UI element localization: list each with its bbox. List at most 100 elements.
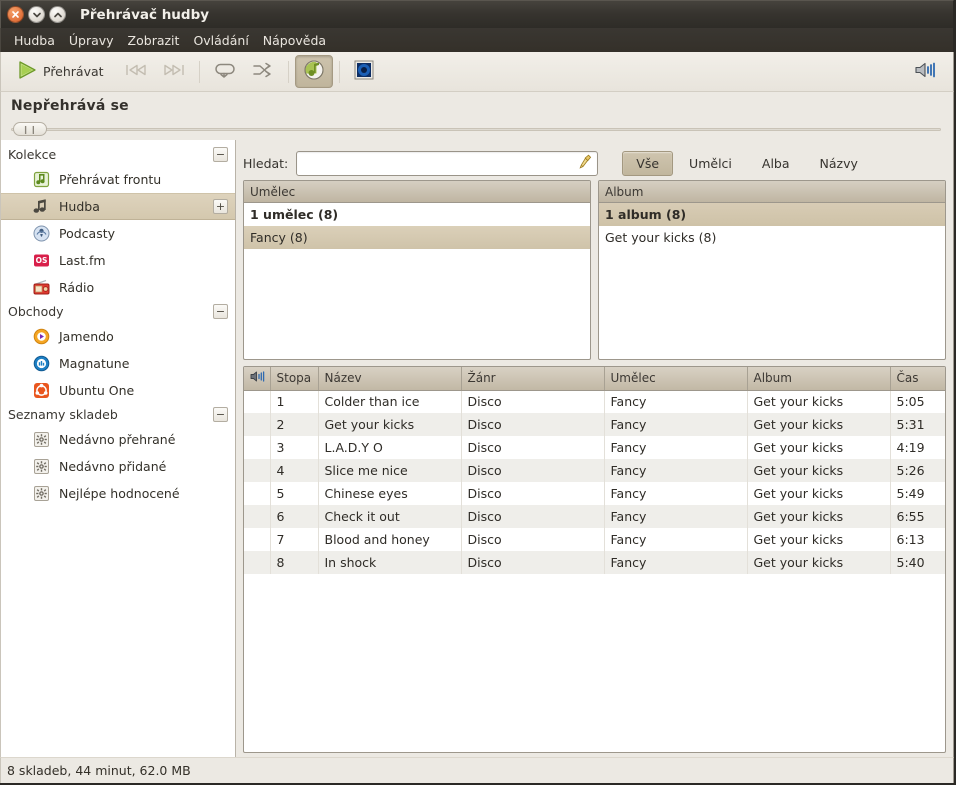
table-row[interactable]: 7 Blood and honey Disco Fancy Get your k… — [244, 528, 945, 551]
album-all-row[interactable]: 1 album (8) — [599, 203, 945, 226]
table-row[interactable]: 2 Get your kicks Disco Fancy Get your ki… — [244, 413, 945, 436]
track-list: Stopa Název Žánr Umělec Album Čas 1 Cold… — [243, 366, 946, 753]
seek-bar[interactable]: ❙❙ — [11, 122, 943, 136]
column-header-cas[interactable]: Čas — [890, 367, 945, 391]
collapse-icon[interactable]: − — [213, 407, 228, 422]
track-table-body: 1 Colder than ice Disco Fancy Get your k… — [244, 390, 945, 574]
volume-icon — [914, 60, 938, 83]
filter-nazvy[interactable]: Názvy — [806, 151, 872, 176]
expand-icon[interactable]: + — [213, 199, 228, 214]
sidebar-group-label: Kolekce — [8, 147, 57, 162]
table-row[interactable]: 4 Slice me nice Disco Fancy Get your kic… — [244, 459, 945, 482]
seek-handle[interactable]: ❙❙ — [13, 122, 47, 136]
menu-item-napoveda[interactable]: Nápověda — [256, 31, 333, 50]
row-icon-cell — [244, 551, 271, 574]
sidebar-item-label: Rádio — [59, 280, 95, 295]
sidebar-item-label: Nedávno přehrané — [59, 432, 176, 447]
cell-artist: Fancy — [604, 436, 748, 459]
sidebar-item-label: Nedávno přidané — [59, 459, 167, 474]
column-header-umelec[interactable]: Umělec — [604, 367, 748, 391]
sidebar-item-nedavno-pridane[interactable]: Nedávno přidané — [1, 453, 235, 480]
album-browser-header[interactable]: Album — [599, 181, 945, 203]
menubar: Hudba Úpravy Zobrazit Ovládání Nápověda — [0, 28, 954, 52]
shuffle-button[interactable] — [244, 57, 282, 86]
menu-item-ovladani[interactable]: Ovládání — [186, 31, 255, 50]
previous-button[interactable] — [117, 57, 155, 86]
sidebar: Kolekce − Přehrávat frontu Hudba + Podca… — [1, 140, 236, 757]
cell-track: 8 — [270, 551, 319, 574]
collapse-icon[interactable]: − — [213, 147, 228, 162]
table-row[interactable]: 1 Colder than ice Disco Fancy Get your k… — [244, 390, 945, 413]
play-button[interactable]: Přehrávat — [9, 56, 111, 87]
statusbar: 8 skladeb, 44 minut, 62.0 MB — [0, 757, 954, 783]
filter-buttons: Vše Umělci Alba Názvy — [622, 150, 872, 176]
cell-artist: Fancy — [604, 528, 748, 551]
sidebar-item-ubuntu-one[interactable]: Ubuntu One — [1, 377, 235, 404]
music-note-icon — [32, 198, 50, 216]
sidebar-item-label: Přehrávat frontu — [59, 172, 162, 187]
cell-time: 5:26 — [896, 463, 925, 478]
sidebar-item-jamendo[interactable]: Jamendo — [1, 323, 235, 350]
cell-track: 3 — [270, 436, 319, 459]
cell-album: Get your kicks — [747, 390, 891, 413]
seek-track — [11, 128, 941, 131]
close-icon[interactable] — [7, 6, 24, 23]
filter-alba[interactable]: Alba — [748, 151, 804, 176]
sidebar-item-lastfm[interactable]: OS Last.fm — [1, 247, 235, 274]
repeat-button[interactable] — [206, 57, 244, 86]
sidebar-group-obchody[interactable]: Obchody − — [1, 301, 235, 323]
menu-item-upravy[interactable]: Úpravy — [62, 31, 121, 50]
search-field[interactable] — [296, 150, 599, 176]
cell-album: Get your kicks — [747, 413, 891, 436]
filter-vse[interactable]: Vše — [622, 150, 674, 176]
menu-item-hudba[interactable]: Hudba — [7, 31, 62, 50]
cell-album: Get your kicks — [747, 505, 891, 528]
maximize-icon[interactable] — [49, 6, 66, 23]
next-button[interactable] — [155, 57, 193, 86]
column-header-zanr[interactable]: Žánr — [461, 367, 605, 391]
sidebar-group-kolekce[interactable]: Kolekce − — [1, 144, 235, 166]
collapse-icon[interactable]: − — [213, 304, 228, 319]
table-row[interactable]: 8 In shock Disco Fancy Get your kicks 5:… — [244, 551, 945, 574]
sidebar-item-prehravat-frontu[interactable]: Přehrávat frontu — [1, 166, 235, 193]
volume-button[interactable] — [907, 56, 945, 87]
sidebar-item-nedavno-prehrane[interactable]: Nedávno přehrané — [1, 426, 235, 453]
sidebar-item-podcasty[interactable]: Podcasty — [1, 220, 235, 247]
sidebar-item-nejlepe-hodnocene[interactable]: Nejlépe hodnocené — [1, 480, 235, 507]
cell-artist: Fancy — [604, 459, 748, 482]
row-icon-cell — [244, 528, 271, 551]
column-header-icon[interactable] — [244, 367, 271, 391]
search-input[interactable] — [303, 154, 579, 172]
artist-row[interactable]: Fancy (8) — [244, 226, 590, 249]
artist-browser-header[interactable]: Umělec — [244, 181, 590, 203]
search-label: Hledat: — [243, 155, 289, 171]
column-header-stopa[interactable]: Stopa — [270, 367, 319, 391]
menu-item-zobrazit[interactable]: Zobrazit — [121, 31, 187, 50]
column-header-album[interactable]: Album — [747, 367, 891, 391]
table-row[interactable]: 5 Chinese eyes Disco Fancy Get your kick… — [244, 482, 945, 505]
column-header-nazev[interactable]: Název — [318, 367, 462, 391]
table-row[interactable]: 3 L.A.D.Y O Disco Fancy Get your kicks 4… — [244, 436, 945, 459]
toolbar-separator-3 — [338, 60, 340, 83]
row-icon-cell — [244, 482, 271, 505]
visualization-button[interactable] — [346, 55, 382, 88]
titlebar: Přehrávač hudby — [0, 0, 954, 28]
broom-clear-icon[interactable] — [578, 154, 593, 173]
sidebar-group-seznamy-skladeb[interactable]: Seznamy skladeb − — [1, 404, 235, 426]
browser-panes: Umělec 1 umělec (8) Fancy (8) Album 1 al… — [241, 180, 948, 360]
cell-artist: Fancy — [604, 551, 748, 574]
main-body: Kolekce − Přehrávat frontu Hudba + Podca… — [0, 140, 954, 757]
cell-artist: Fancy — [604, 390, 748, 413]
artist-all-row[interactable]: 1 umělec (8) — [244, 203, 590, 226]
table-row[interactable]: 6 Check it out Disco Fancy Get your kick… — [244, 505, 945, 528]
now-playing-area: Nepřehrává se ❙❙ — [0, 92, 954, 140]
sidebar-item-magnatune[interactable]: Magnatune — [1, 350, 235, 377]
cell-track: 6 — [270, 505, 319, 528]
auto-playlist-icon — [32, 431, 50, 449]
sidebar-item-radio[interactable]: Rádio — [1, 274, 235, 301]
browse-button[interactable] — [294, 55, 333, 88]
filter-umelci[interactable]: Umělci — [675, 151, 746, 176]
minimize-icon[interactable] — [28, 6, 45, 23]
album-row[interactable]: Get your kicks (8) — [599, 226, 945, 249]
sidebar-item-hudba[interactable]: Hudba + — [1, 193, 235, 220]
